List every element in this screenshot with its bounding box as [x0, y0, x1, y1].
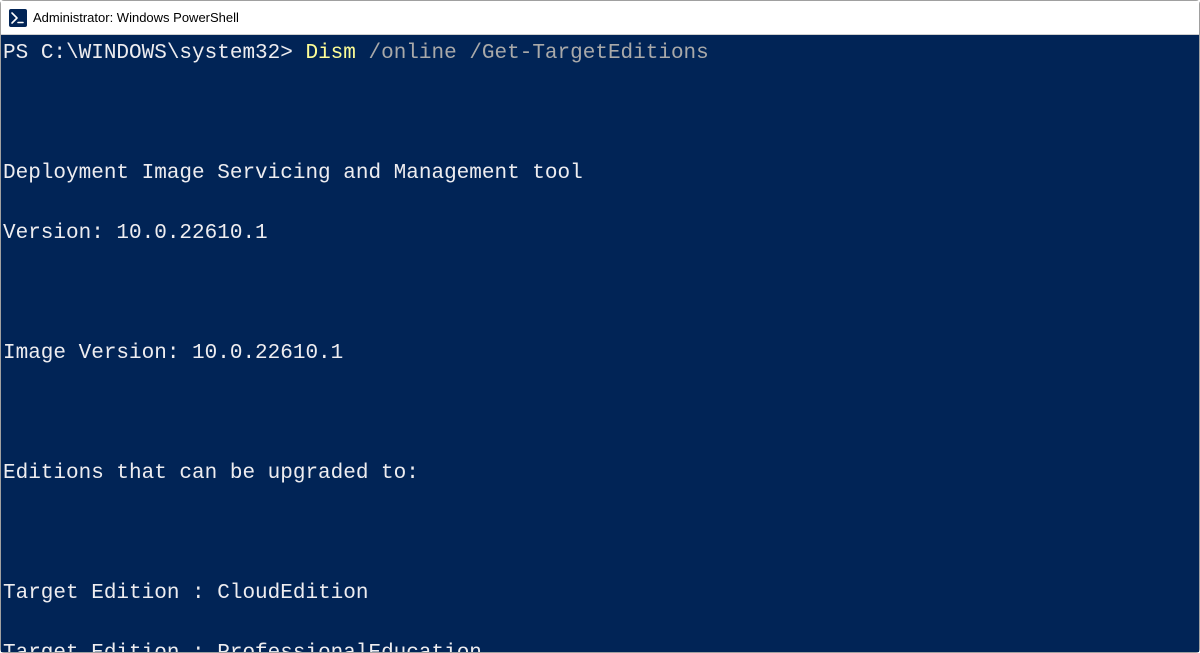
terminal-output[interactable]: PS C:\WINDOWS\system32> Dism /online /Ge…	[1, 35, 1199, 652]
prompt-line: PS C:\WINDOWS\system32> Dism /online /Ge…	[3, 39, 1197, 69]
tool-name: Deployment Image Servicing and Managemen…	[3, 159, 1197, 189]
command-args: /online /Get-TargetEditions	[369, 42, 709, 65]
ps-label: PS	[3, 42, 41, 65]
version-label: Version:	[3, 222, 116, 245]
window-titlebar[interactable]: Administrator: Windows PowerShell	[1, 1, 1199, 35]
target-edition-line: Target Edition : CloudEdition	[3, 579, 1197, 609]
image-version-label: Image Version:	[3, 342, 192, 365]
blank-line	[3, 519, 1197, 549]
blank-line	[3, 279, 1197, 309]
version-line: Version: 10.0.22610.1	[3, 219, 1197, 249]
target-edition-line: Target Edition : ProfessionalEducation	[3, 639, 1197, 652]
image-version-line: Image Version: 10.0.22610.1	[3, 339, 1197, 369]
editions-header: Editions that can be upgraded to:	[3, 459, 1197, 489]
window-title: Administrator: Windows PowerShell	[33, 10, 239, 25]
blank-line	[3, 99, 1197, 129]
command-name: Dism	[305, 42, 355, 65]
blank-line	[3, 399, 1197, 429]
image-version-value: 10.0.22610.1	[192, 342, 343, 365]
version-value: 10.0.22610.1	[116, 222, 267, 245]
prompt-path: C:\WINDOWS\system32>	[41, 42, 293, 65]
powershell-icon	[9, 9, 27, 27]
